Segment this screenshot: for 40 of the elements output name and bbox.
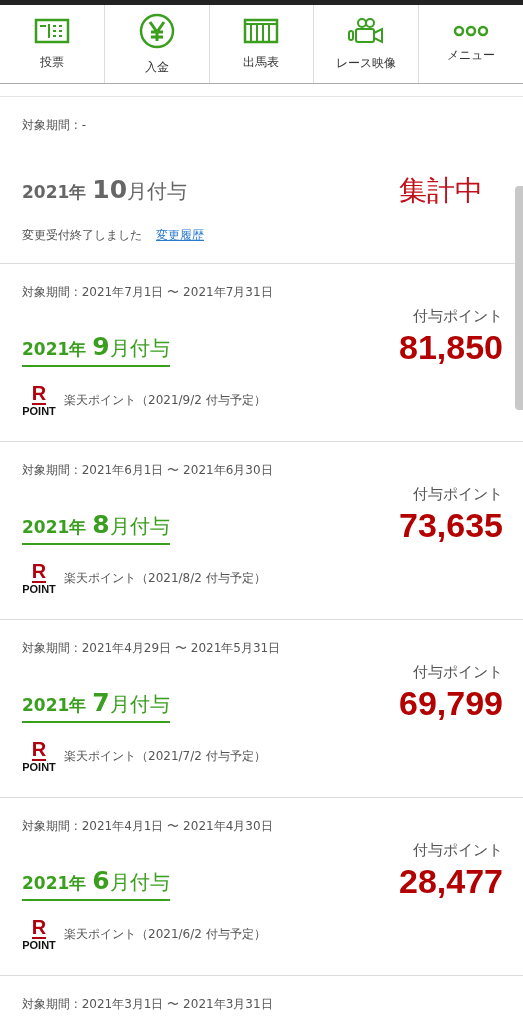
yen-icon xyxy=(138,12,175,49)
logo-mark: R xyxy=(31,561,47,583)
logo-text: POINT xyxy=(22,761,56,773)
logo-text: POINT xyxy=(22,583,56,595)
point-note: 楽天ポイント（2021/6/2 付与予定） xyxy=(64,925,266,943)
point-note: 楽天ポイント（2021/8/2 付与予定） xyxy=(64,569,266,587)
period-text: 対象期間 : 2021年7月1日 〜 2021年7月31日 xyxy=(22,284,274,301)
ticket-icon xyxy=(33,17,70,44)
point-note: 楽天ポイント（2021/9/2 付与予定） xyxy=(64,391,266,409)
period-text: 対象期間 : - xyxy=(22,117,87,134)
point-note: 楽天ポイント（2021/7/2 付与予定） xyxy=(64,747,266,765)
period-text: 対象期間 : 2021年6月1日 〜 2021年6月30日 xyxy=(22,462,274,479)
period-text: 対象期間 : 2021年4月1日 〜 2021年4月30日 xyxy=(22,818,274,835)
scrollbar[interactable] xyxy=(515,186,523,410)
points-label: 付与ポイント xyxy=(413,663,503,682)
status-text: 集計中 xyxy=(399,173,483,209)
grant-month-title: 2021年 9月付与 xyxy=(22,332,170,367)
logo-text: POINT xyxy=(22,939,56,951)
points-label: 付与ポイント xyxy=(413,485,503,504)
logo-mark: R xyxy=(31,383,47,405)
points-amount: 73,635 xyxy=(399,506,503,545)
video-camera-icon xyxy=(347,16,386,45)
points-amount: 81,850 xyxy=(399,328,503,367)
grant-month-title: 2021年 10月付与 xyxy=(22,174,188,206)
points-amount: 28,477 xyxy=(399,862,503,901)
logo-mark: R xyxy=(31,917,47,939)
logo-text: POINT xyxy=(22,405,56,417)
grant-month-title: 2021年 6月付与 xyxy=(22,866,170,901)
period-text: 対象期間 : 2021年3月1日 〜 2021年3月31日 xyxy=(22,996,274,1013)
points-amount: 69,799 xyxy=(399,684,503,723)
grant-month-title: 2021年 7月付与 xyxy=(22,688,170,723)
logo-mark: R xyxy=(31,739,47,761)
more-icon xyxy=(453,24,490,37)
notice-text: 変更受付終了しました xyxy=(22,228,142,242)
history-link[interactable]: 変更履歴 xyxy=(156,228,204,242)
points-label: 付与ポイント xyxy=(413,841,503,860)
table-icon xyxy=(243,17,280,44)
points-label: 付与ポイント xyxy=(413,307,503,326)
grant-month-title: 2021年 8月付与 xyxy=(22,510,170,545)
period-text: 対象期間 : 2021年4月29日 〜 2021年5月31日 xyxy=(22,640,282,657)
